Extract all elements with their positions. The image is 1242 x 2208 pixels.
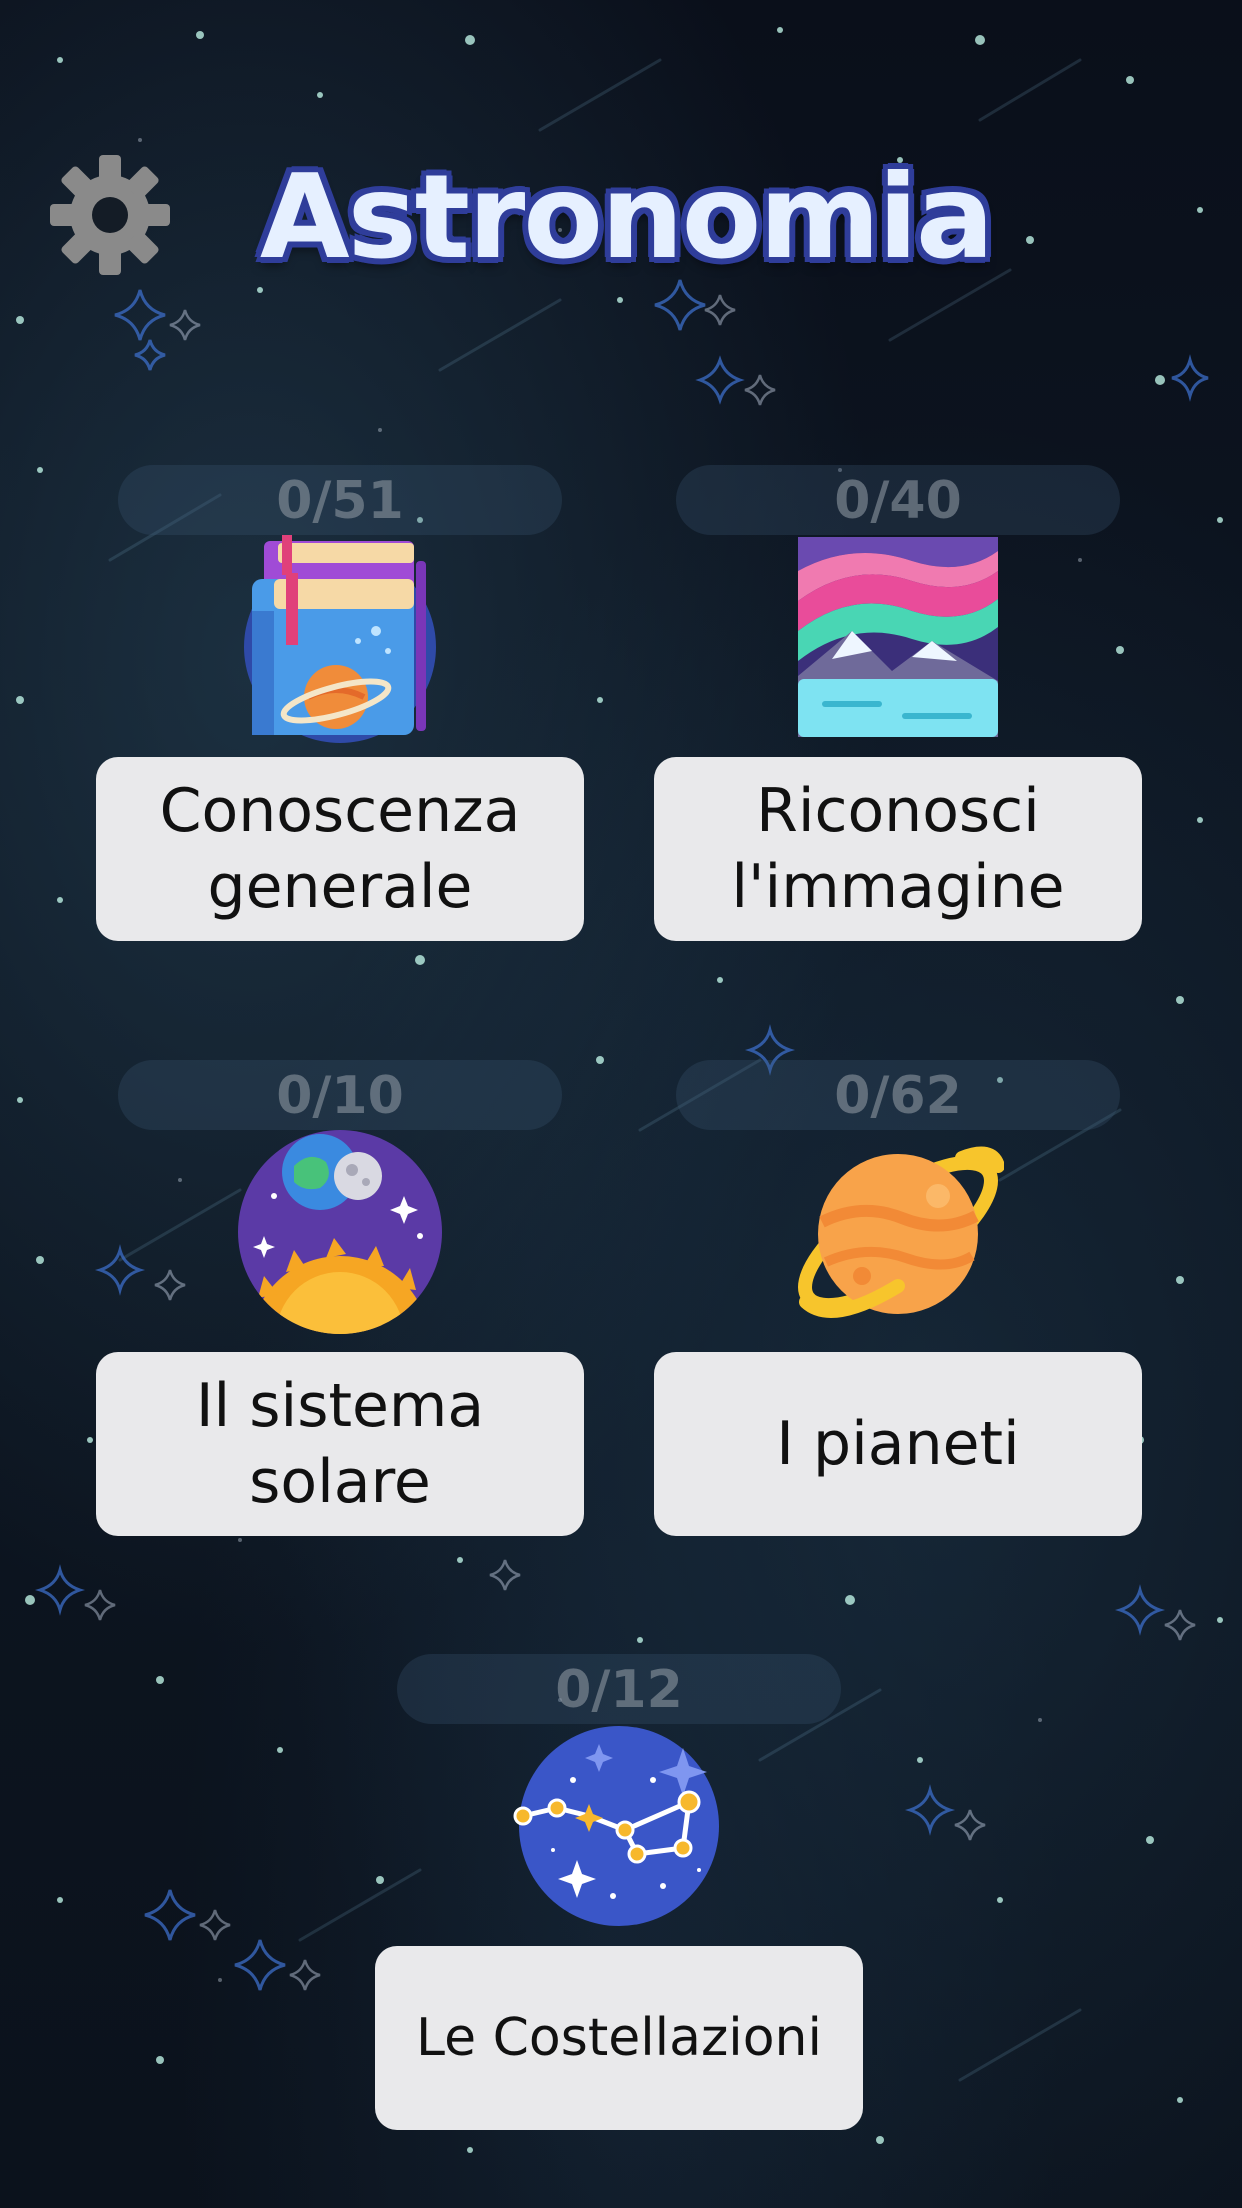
progress-badge: 0/51 xyxy=(118,465,562,535)
ringed-planet-icon xyxy=(792,1126,1005,1338)
category-button-planets[interactable]: I pianeti xyxy=(654,1352,1142,1536)
category-button-solar[interactable]: Il sistema solare xyxy=(96,1352,584,1536)
constellation-icon xyxy=(513,1720,725,1932)
app-title-text: Astronomia xyxy=(259,150,994,285)
category-button-image[interactable]: Riconosci l'immagine xyxy=(654,757,1142,941)
books-planet-icon xyxy=(234,531,446,743)
aurora-landscape-icon xyxy=(792,531,1004,743)
progress-badge: 0/12 xyxy=(397,1654,841,1724)
progress-badge: 0/40 xyxy=(676,465,1120,535)
progress-badge: 0/62 xyxy=(676,1060,1120,1130)
progress-badge: 0/10 xyxy=(118,1060,562,1130)
category-card-solar: 0/10 Il sistema solare xyxy=(96,1060,584,1560)
category-card-general: 0/51 Conoscenza generale xyxy=(96,465,584,965)
category-button-general[interactable]: Conoscenza generale xyxy=(96,757,584,941)
solar-system-icon xyxy=(234,1126,446,1338)
category-card-constellations: 0/12 Le Costellazioni xyxy=(375,1654,863,2154)
category-card-planets: 0/62 I pianeti xyxy=(654,1060,1142,1560)
page-title: Astronomia xyxy=(0,150,1242,285)
category-button-constellations[interactable]: Le Costellazioni xyxy=(375,1946,863,2130)
category-card-image: 0/40 Riconosci l'immagine xyxy=(654,465,1142,965)
